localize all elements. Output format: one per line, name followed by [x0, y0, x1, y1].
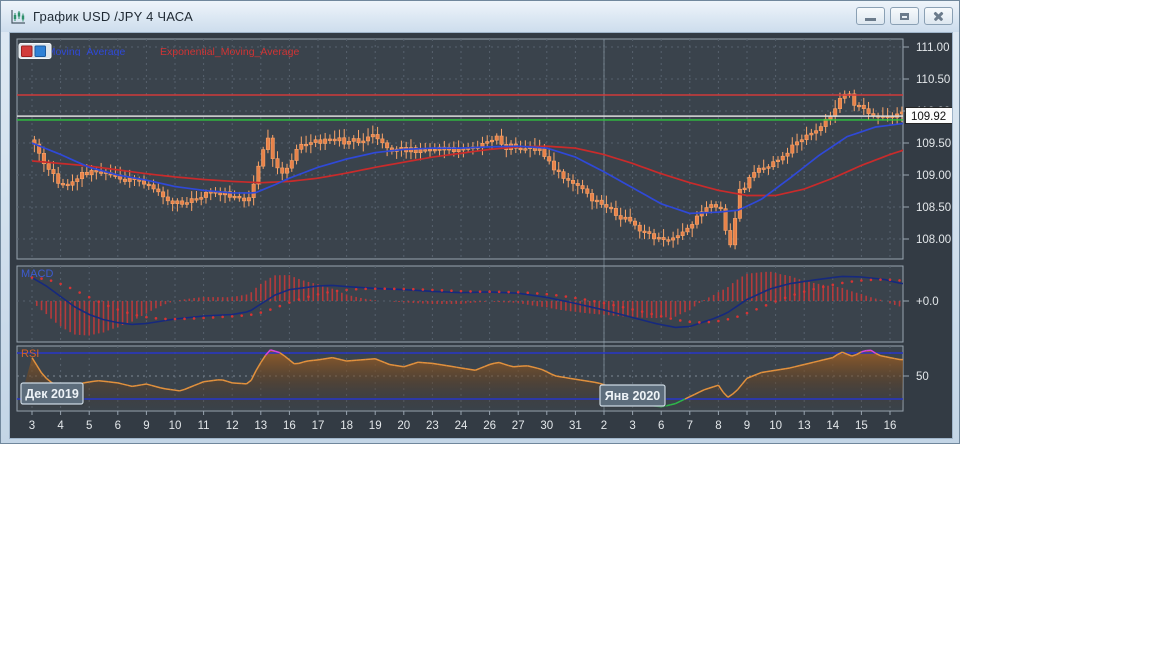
date-axis-label: 4 [57, 420, 64, 432]
restore-button[interactable] [890, 7, 919, 25]
chart-window: График USD /JPY 4 ЧАСА 111.00110.50110.0… [0, 0, 960, 444]
date-axis-label: 16 [283, 420, 296, 432]
date-axis-label: 6 [658, 420, 664, 432]
price-axis-label: 108.00 [916, 234, 951, 246]
svg-text:109.92: 109.92 [911, 111, 946, 123]
chart-app-icon [9, 9, 27, 25]
date-axis-label: 5 [86, 420, 92, 432]
date-axis-label: 8 [715, 420, 721, 432]
date-axis-label: 9 [744, 420, 750, 432]
close-button[interactable] [924, 7, 953, 25]
price-axis-label: 108.50 [916, 202, 951, 214]
window-title: График USD /JPY 4 ЧАСА [33, 9, 193, 24]
rsi-pane-label: RSI [21, 348, 39, 360]
date-axis-label: 15 [855, 420, 868, 432]
ema-slow-color-button[interactable] [21, 45, 33, 57]
date-axis-label: 31 [569, 420, 582, 432]
date-axis-label: 13 [254, 420, 267, 432]
date-axis-label: 7 [687, 420, 693, 432]
close-icon [933, 10, 944, 22]
minimize-icon [865, 18, 876, 21]
date-axis-label: 24 [455, 420, 468, 432]
price-axis-label: 111.00 [916, 42, 949, 54]
price-chart-canvas[interactable]: 111.00110.50110.00109.50109.00108.50108.… [10, 33, 952, 438]
date-axis-label: 30 [540, 420, 553, 432]
svg-text:Янв 2020: Янв 2020 [605, 389, 661, 403]
date-axis: 3 4 5 6 9 10 11 12 13 16 17 18 19 20 23 24 26 27 30 31 2 3 6 7 8… [29, 420, 897, 432]
macd-axis-label: +0.0 [916, 296, 939, 308]
date-axis-label: 10 [169, 420, 182, 432]
minimize-button[interactable] [856, 7, 885, 25]
macd-pane-label: MACD [21, 268, 53, 280]
date-axis-label: 17 [312, 420, 325, 432]
date-axis-label: 20 [397, 420, 410, 432]
date-axis-label: 27 [512, 420, 525, 432]
ema-slow-legend-label: Exponential_Moving_Average [160, 46, 299, 58]
date-axis-label: 10 [769, 420, 782, 432]
date-axis-label: 18 [340, 420, 353, 432]
ema-fast-color-button[interactable] [34, 45, 46, 57]
date-axis-label: 23 [426, 420, 439, 432]
window-titlebar[interactable]: График USD /JPY 4 ЧАСА [1, 1, 959, 32]
date-axis-label: 16 [884, 420, 897, 432]
date-axis-label: 6 [115, 420, 121, 432]
date-axis-label: 26 [483, 420, 496, 432]
rsi-axis-label: 50 [916, 371, 929, 383]
date-axis-label: 2 [601, 420, 607, 432]
date-axis-label: 9 [143, 420, 149, 432]
date-axis-label: 19 [369, 420, 382, 432]
date-axis-label: 13 [798, 420, 811, 432]
price-axis-label: 109.50 [916, 138, 951, 150]
current-price-tag: 109.92 [905, 107, 952, 124]
svg-text:Дек 2019: Дек 2019 [25, 387, 79, 401]
date-axis-label: 12 [226, 420, 239, 432]
restore-icon [900, 12, 909, 20]
date-axis-label: 3 [29, 420, 35, 432]
date-axis-label: 14 [826, 420, 839, 432]
chart-client-area: 111.00110.50110.00109.50109.00108.50108.… [9, 32, 953, 439]
date-axis-label: 3 [629, 420, 635, 432]
dec-2019-badge: Дек 2019 [20, 382, 85, 406]
date-axis-label: 11 [198, 420, 210, 432]
jan-2020-badge: Янв 2020 [599, 384, 667, 408]
price-axis-label: 109.00 [916, 170, 951, 182]
price-axis-label: 110.50 [916, 74, 950, 86]
